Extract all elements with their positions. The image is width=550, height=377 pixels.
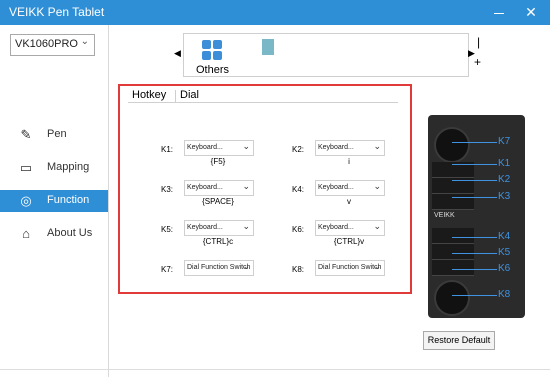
k5-leader-line [452, 253, 497, 254]
tablet-label-k5: K5 [498, 247, 511, 258]
chevron-down-icon: ⌄ [373, 261, 381, 271]
k6-select[interactable]: Keyboard... ⌄ [315, 220, 385, 236]
function-icon: ◎ [20, 193, 32, 208]
scroll-left-arrow-icon[interactable]: ◀ [174, 48, 181, 59]
others-profile-label: Others [196, 64, 230, 76]
k4-value: v [347, 197, 351, 206]
sidebar-item-label: Mapping [47, 161, 90, 173]
tab-divider [175, 90, 176, 102]
k3-select-value: Keyboard... [187, 184, 223, 191]
tablet-image: VEIKK [428, 115, 525, 318]
sidebar-item-mapping[interactable]: ▭ Mapping [0, 157, 108, 179]
document-icon[interactable] [262, 39, 274, 55]
others-profile-icon[interactable] [201, 39, 223, 61]
sidebar-item-label: About Us [47, 227, 93, 239]
tablet-label-k6: K6 [498, 263, 511, 274]
key-label-k6: K6: [292, 225, 305, 234]
title-bar: VEIKK Pen Tablet ✕ [0, 0, 550, 25]
remove-profile-button[interactable]: | [477, 35, 480, 49]
tab-underline [128, 102, 398, 103]
k5-select[interactable]: Keyboard... ⌄ [184, 220, 254, 236]
k3-value: {SPACE} [202, 197, 234, 206]
k6-select-value: Keyboard... [318, 224, 354, 231]
key-label-k2: K2: [292, 145, 305, 154]
k3-select[interactable]: Keyboard... ⌄ [184, 180, 254, 196]
chevron-down-icon: ⌄ [242, 221, 250, 231]
monitor-icon: ▭ [19, 160, 33, 175]
sidebar-item-label: Function [47, 194, 90, 206]
tablet-label-k2: K2 [498, 174, 511, 185]
k1-select[interactable]: Keyboard... ⌄ [184, 140, 254, 156]
tile-icon [202, 51, 211, 60]
k8-leader-line [452, 295, 497, 296]
key-label-k8: K8: [292, 265, 305, 274]
sidebar-item-function[interactable]: ◎ Function [0, 190, 108, 212]
sidebar-item-about-us[interactable]: ⌂ About Us [0, 223, 108, 245]
window-title: VEIKK Pen Tablet [9, 5, 105, 19]
chevron-down-icon: ⌄ [80, 36, 89, 47]
k1-leader-line [452, 164, 497, 165]
sidebar-item-label: Pen [47, 128, 67, 140]
k4-select-value: Keyboard... [318, 184, 354, 191]
hotkey-panel: Hotkey Dial K1: Keyboard... ⌄ {F5} K2: K… [118, 84, 412, 294]
k7-select[interactable]: Dial Function Switch ⌄ [184, 260, 254, 276]
k6-value: {CTRL}v [333, 237, 365, 246]
k2-leader-line [452, 180, 497, 181]
k8-select[interactable]: Dial Function Switch ⌄ [315, 260, 385, 276]
device-select-value: VK1060PRO [15, 38, 78, 50]
tablet-label-k7: K7 [498, 136, 511, 147]
tile-icon [202, 40, 211, 49]
add-profile-button[interactable]: + [474, 55, 481, 69]
tab-hotkey[interactable]: Hotkey [130, 89, 168, 103]
tablet-key-k4 [432, 228, 474, 244]
key-label-k4: K4: [292, 185, 305, 194]
k5-value: {CTRL}c [202, 237, 234, 246]
sidebar-item-pen[interactable]: ✎ Pen [0, 124, 108, 146]
k2-select[interactable]: Keyboard... ⌄ [315, 140, 385, 156]
chevron-down-icon: ⌄ [373, 221, 381, 231]
chevron-down-icon: ⌄ [373, 141, 381, 151]
pen-icon: ✎ [20, 127, 32, 142]
chevron-down-icon: ⌄ [242, 141, 250, 151]
bottom-divider [0, 369, 550, 370]
k7-select-value: Dial Function Switch [187, 264, 251, 271]
tablet-label-k8: K8 [498, 289, 511, 300]
chevron-down-icon: ⌄ [242, 261, 250, 271]
tablet-label-k3: K3 [498, 191, 511, 202]
tab-dial[interactable]: Dial [178, 89, 201, 103]
k4-leader-line [452, 237, 497, 238]
k3-leader-line [452, 197, 497, 198]
tablet-key-k6 [432, 260, 474, 276]
chevron-down-icon: ⌄ [242, 181, 250, 191]
key-label-k1: K1: [161, 145, 174, 154]
k1-select-value: Keyboard... [187, 144, 223, 151]
k4-select[interactable]: Keyboard... ⌄ [315, 180, 385, 196]
minimize-icon [494, 13, 504, 14]
home-icon: ⌂ [22, 226, 30, 241]
k8-select-value: Dial Function Switch [318, 264, 382, 271]
k6-leader-line [452, 269, 497, 270]
key-label-k5: K5: [161, 225, 174, 234]
k2-select-value: Keyboard... [318, 144, 354, 151]
dial-bottom-icon [434, 280, 470, 316]
tile-icon [213, 40, 222, 49]
key-label-k3: K3: [161, 185, 174, 194]
close-button[interactable]: ✕ [520, 2, 542, 22]
tablet-label-k1: K1 [498, 158, 511, 169]
key-label-k7: K7: [161, 265, 174, 274]
tablet-key-k5 [432, 244, 474, 260]
tile-icon [213, 51, 222, 60]
dial-top-icon [434, 127, 470, 163]
tablet-label-k4: K4 [498, 231, 511, 242]
restore-default-button[interactable]: Restore Default [423, 331, 495, 350]
k1-value: {F5} [210, 157, 226, 166]
minimize-button[interactable] [488, 2, 510, 22]
k7-leader-line [452, 142, 497, 143]
tablet-brand: VEIKK [434, 212, 455, 219]
k2-value: i [348, 157, 350, 166]
device-select[interactable]: VK1060PRO ⌄ [10, 34, 95, 56]
k5-select-value: Keyboard... [187, 224, 223, 231]
chevron-down-icon: ⌄ [373, 181, 381, 191]
sidebar: VK1060PRO ⌄ ✎ Pen ▭ Mapping ◎ Function ⌂… [0, 25, 109, 377]
